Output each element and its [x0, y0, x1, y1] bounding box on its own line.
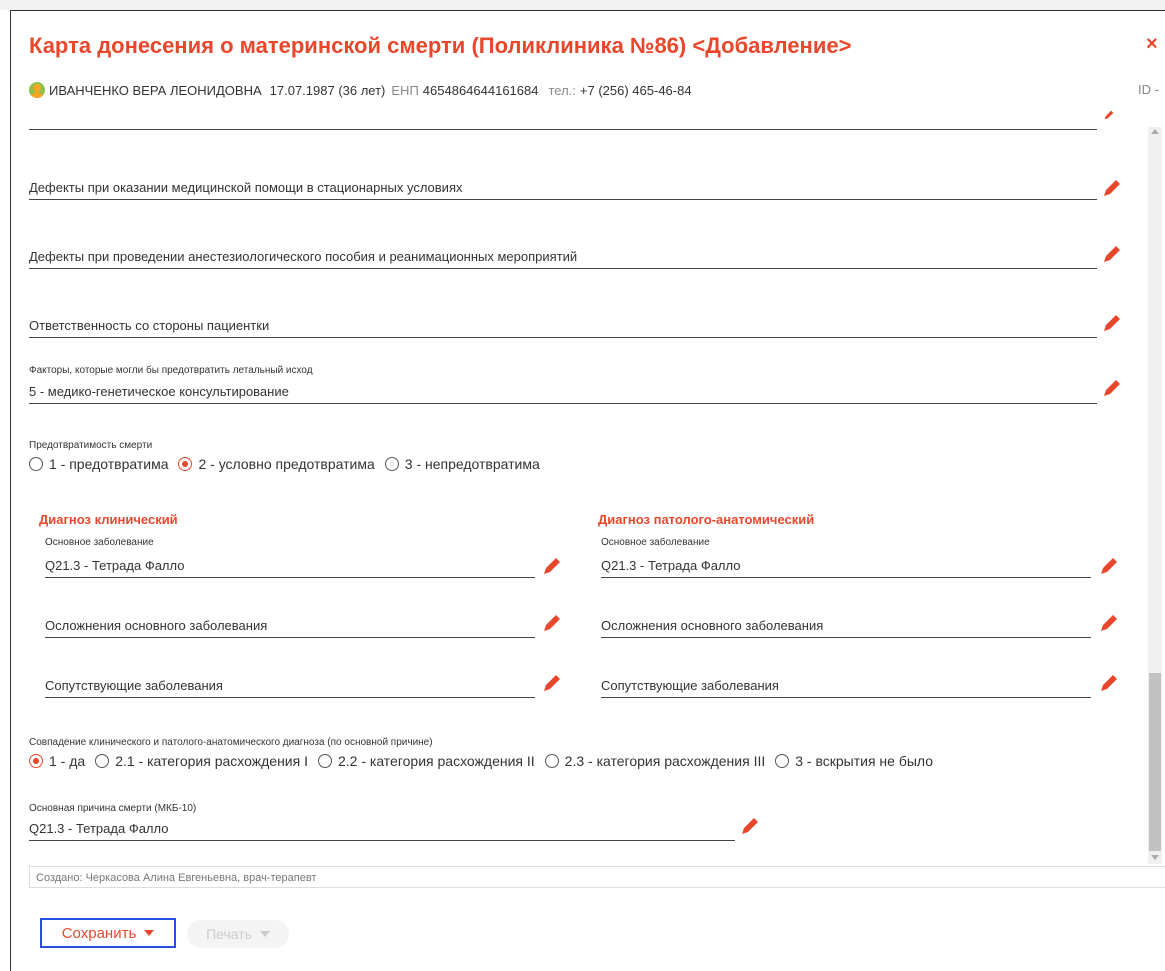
field-label: Дефекты при оказании медицинской помощи …	[29, 180, 463, 195]
scroll-thumb[interactable]	[1149, 673, 1161, 851]
scroll-down-icon[interactable]	[1151, 855, 1159, 860]
pencil-icon[interactable]	[739, 815, 761, 837]
match-option-2-2[interactable]: 2.2 - категория расхождения II	[317, 753, 535, 769]
field-label: Осложнения основного заболевания	[45, 618, 268, 633]
field-label: Сопутствующие заболевания	[601, 678, 779, 693]
pencil-icon[interactable]	[541, 555, 563, 577]
field-caption: Основная причина смерти (МКБ-10)	[29, 803, 197, 814]
enp-label: ЕНП	[391, 82, 419, 98]
clinical-diagnosis-heading: Диагноз клинический	[39, 512, 178, 527]
preventability-label: Предотвратимость смерти	[29, 440, 153, 451]
pencil-icon[interactable]	[541, 672, 563, 694]
scroll-up-icon[interactable]	[1151, 129, 1159, 134]
pencil-icon[interactable]	[1101, 243, 1123, 265]
phone-label: тел.:	[548, 82, 576, 98]
chevron-down-icon	[259, 931, 270, 937]
death-report-dialog: Карта донесения о материнской смерти (По…	[10, 10, 1165, 971]
pencil-icon[interactable]	[1098, 612, 1120, 634]
field-value: Q21.3 - Тетрада Фалло	[601, 558, 741, 573]
preventability-option-2[interactable]: 2 - условно предотвратима	[178, 456, 375, 472]
pencil-icon[interactable]	[1101, 177, 1123, 199]
preventability-option-3[interactable]: 3 - непредотвратима	[384, 456, 540, 472]
radio-icon	[95, 754, 110, 768]
defects-anesthesia-field[interactable]: Дефекты при проведении анестезиологическ…	[29, 227, 1097, 269]
radio-icon	[317, 754, 332, 768]
match-option-2-3[interactable]: 2.3 - категория расхождения III	[544, 753, 765, 769]
clinical-complications-field[interactable]: Осложнения основного заболевания	[45, 597, 535, 638]
pathology-complications-field[interactable]: Осложнения основного заболевания	[601, 597, 1091, 638]
match-option-2-1[interactable]: 2.1 - категория расхождения I	[95, 753, 308, 769]
print-button[interactable]: Печать	[187, 920, 289, 948]
patient-responsibility-field[interactable]: Ответственность со стороны пациентки	[29, 297, 1097, 338]
created-by: Создано: Черкасова Алина Евгеньевна, вра…	[29, 866, 1165, 888]
pathology-concomitant-field[interactable]: Сопутствующие заболевания	[601, 657, 1091, 698]
pathology-diagnosis-heading: Диагноз патолого-анатомический	[598, 512, 815, 527]
pathology-main-disease-field[interactable]: Основное заболевание Q21.3 - Тетрада Фал…	[601, 537, 1091, 578]
field-label: Дефекты при проведении анестезиологическ…	[29, 249, 578, 264]
dialog-title: Карта донесения о материнской смерти (По…	[29, 33, 852, 58]
field-caption: Основное заболевание	[45, 537, 154, 548]
clinical-concomitant-field[interactable]: Сопутствующие заболевания	[45, 657, 535, 698]
radio-icon	[29, 457, 43, 471]
patient-info: ИВАНЧЕНКО ВЕРА ЛЕОНИДОВНА 17.07.1987 (36…	[29, 82, 692, 98]
clinical-main-disease-field[interactable]: Основное заболевание Q21.3 - Тетрада Фал…	[45, 537, 535, 578]
pencil-icon[interactable]	[1098, 109, 1120, 121]
match-radio-group: 1 - да 2.1 - категория расхождения I 2.2…	[29, 753, 943, 769]
avatar	[29, 82, 45, 98]
pencil-icon[interactable]	[1101, 312, 1123, 334]
match-label: Совпадение клинического и патолого-анато…	[29, 737, 433, 748]
radio-icon	[544, 754, 559, 768]
save-button[interactable]: Сохранить	[40, 918, 176, 948]
patient-dob: 17.07.1987 (36 лет)	[269, 82, 386, 98]
field-value: 5 - медико-генетическое консультирование	[29, 384, 289, 399]
death-cause-field[interactable]: Основная причина смерти (МКБ-10) Q21.3 -…	[29, 803, 735, 841]
chevron-down-icon	[144, 930, 155, 936]
backdrop	[0, 0, 1165, 10]
preventability-radio-group: 1 - предотвратима 2 - условно предотврат…	[29, 456, 550, 472]
field-label: Сопутствующие заболевания	[45, 678, 223, 693]
pencil-icon[interactable]	[1098, 555, 1120, 577]
match-option-3[interactable]: 3 - вскрытия не было	[775, 753, 933, 769]
prevent-factors-field[interactable]: Факторы, которые могли бы предотвратить …	[29, 365, 1097, 404]
field-caption: Основное заболевание	[601, 537, 710, 548]
patient-name: ИВАНЧЕНКО ВЕРА ЛЕОНИДОВНА	[49, 82, 262, 98]
match-option-1[interactable]: 1 - да	[29, 753, 85, 769]
radio-selected-icon	[178, 457, 193, 471]
field-label: Ответственность со стороны пациентки	[29, 318, 270, 333]
field-label: Осложнения основного заболевания	[601, 618, 824, 633]
patient-enp: 4654864644161684	[422, 82, 539, 98]
record-id: ID -	[1138, 82, 1159, 97]
field-value: Q21.3 - Тетрада Фалло	[29, 821, 169, 836]
pencil-icon[interactable]	[1101, 377, 1123, 399]
field-value: Q21.3 - Тетрада Фалло	[45, 558, 185, 573]
vertical-scrollbar[interactable]	[1148, 127, 1162, 864]
preventability-option-1[interactable]: 1 - предотвратима	[29, 456, 168, 472]
close-icon[interactable]: ×	[1146, 33, 1158, 56]
radio-selected-icon	[29, 754, 43, 768]
pencil-icon[interactable]	[1098, 672, 1120, 694]
form-scroll-area[interactable]: Дефекты при оказании медицинской помощи …	[11, 107, 1165, 864]
radio-icon	[775, 754, 790, 768]
radio-icon	[384, 457, 399, 471]
field-caption: Факторы, которые могли бы предотвратить …	[29, 365, 313, 376]
pencil-icon[interactable]	[541, 612, 563, 634]
hidden-top-field[interactable]	[29, 107, 1097, 130]
defects-hospital-field[interactable]: Дефекты при оказании медицинской помощи …	[29, 157, 1097, 200]
patient-phone: +7 (256) 465-46-84	[579, 82, 692, 98]
